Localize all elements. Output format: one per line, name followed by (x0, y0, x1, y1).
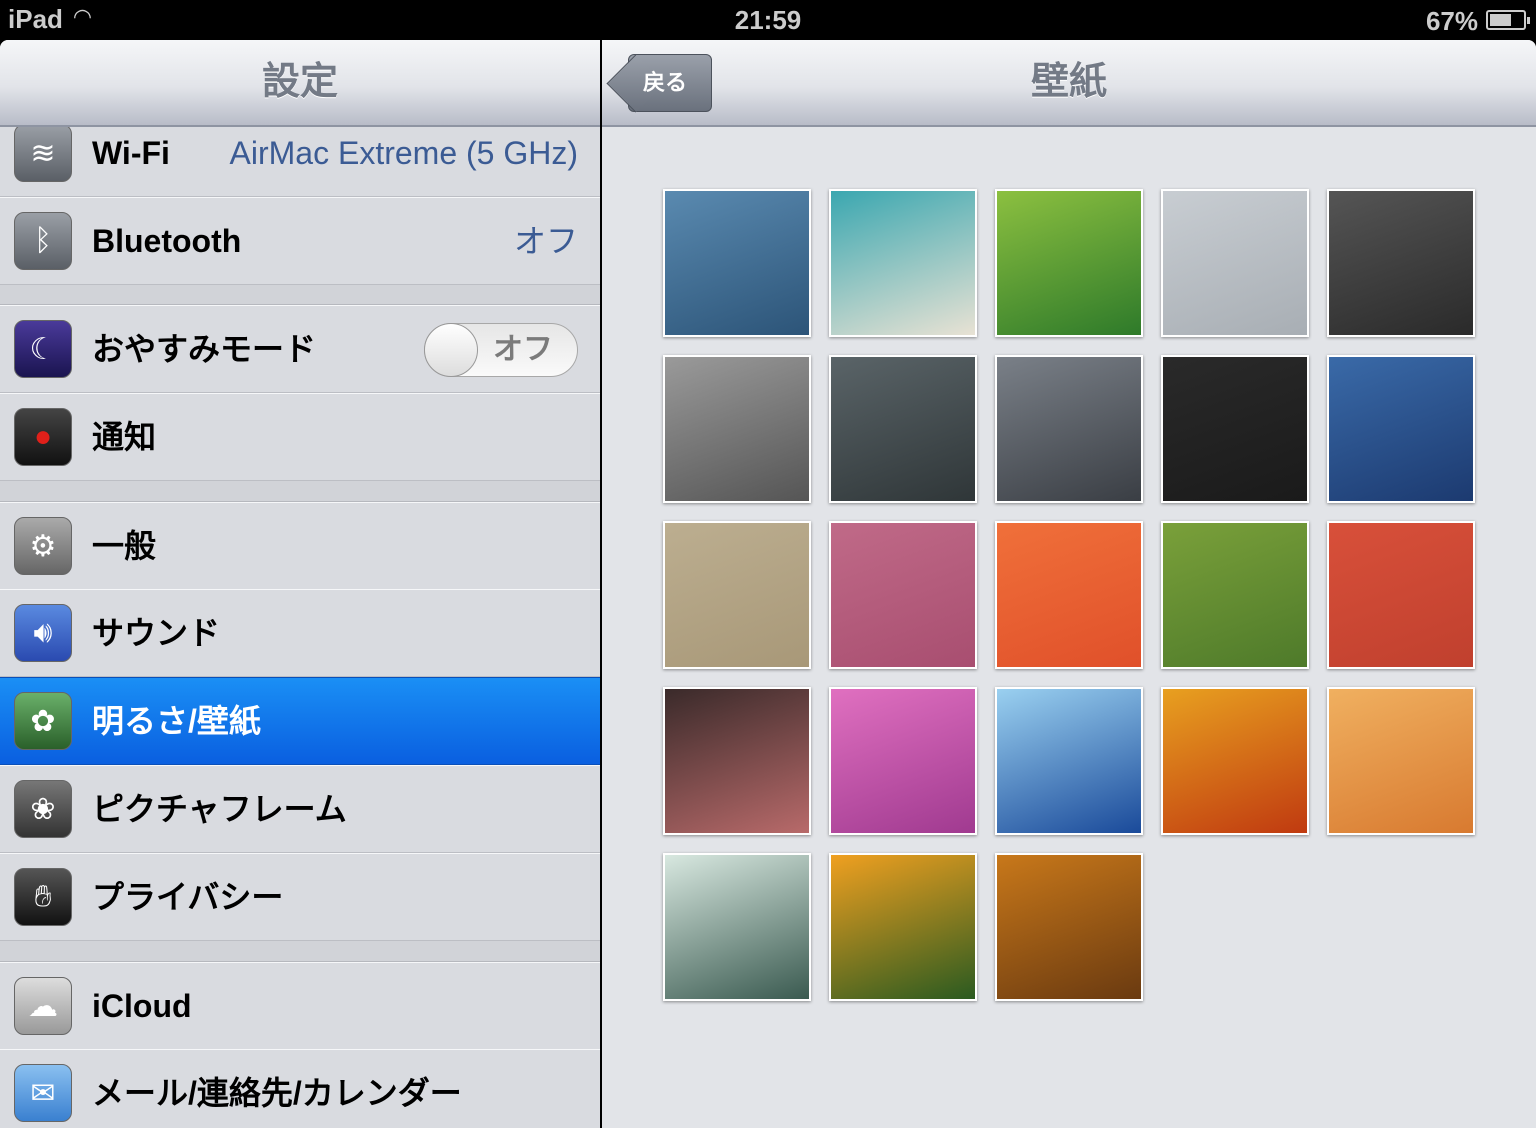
sidebar-item-value: オフ (513, 223, 578, 259)
group-separator (0, 941, 600, 962)
sidebar-item-2[interactable]: ☾ おやすみモード オフ (0, 305, 600, 393)
sidebar-item-3[interactable]: ● 通知 (0, 393, 600, 481)
wallpaper-thumbnail-denim[interactable] (1327, 355, 1475, 503)
hand-icon: ✋︎ (14, 868, 72, 926)
wallpaper-thumbnail-water[interactable] (663, 189, 811, 337)
notification-icon: ● (14, 408, 72, 466)
gear-icon: ⚙ (14, 517, 72, 575)
sidebar-item-5[interactable]: 🔊︎ サウンド (0, 589, 600, 677)
wifi-icon: ≋ (14, 124, 72, 182)
battery-percent: 67% (1425, 6, 1478, 36)
sidebar-item-4[interactable]: ⚙ 一般 (0, 502, 600, 590)
sidebar-item-9[interactable]: ☁ iCloud (0, 962, 600, 1050)
wallpaper-thumbnail-tan-pattern[interactable] (663, 521, 811, 669)
sidebar-item-7[interactable]: ❀ ピクチャフレーム (0, 765, 600, 853)
detail-navbar: 戻る 壁紙 (602, 40, 1536, 127)
toggle-knob[interactable] (424, 323, 478, 377)
do-not-disturb-toggle[interactable]: オフ (424, 323, 578, 377)
wallpaper-thumbnail-autumn-leaves[interactable] (1161, 687, 1309, 835)
sidebar-item-8[interactable]: ✋︎ プライバシー (0, 853, 600, 941)
sidebar-item-label: おやすみモード (92, 331, 317, 367)
battery-icon (1486, 10, 1530, 30)
wallpaper-thumbnail-dark-stone[interactable] (1327, 189, 1475, 337)
cloud-icon: ☁ (14, 977, 72, 1035)
wallpaper-thumbnail-grass[interactable] (995, 189, 1143, 337)
wallpaper-thumbnail-pinstripe[interactable] (1161, 355, 1309, 503)
wallpaper-thumbnail-red-pattern[interactable] (1327, 521, 1475, 669)
wallpaper-detail: 戻る 壁紙 (602, 40, 1536, 1128)
sidebar-item-label: iCloud (92, 988, 192, 1024)
sidebar-item-label: プライバシー (92, 879, 284, 915)
wallpaper-thumbnail-water-lily[interactable] (663, 853, 811, 1001)
sidebar-item-label: サウンド (92, 615, 221, 651)
wallpaper-thumbnail-poppies[interactable] (829, 853, 977, 1001)
wallpaper-thumbnail-chalkboard[interactable] (829, 355, 977, 503)
toggle-label: オフ (493, 333, 553, 366)
group-separator (0, 481, 600, 502)
wallpaper-thumbnail-slate[interactable] (663, 355, 811, 503)
clock: 21:59 (734, 5, 802, 35)
wallpaper-thumbnail-carving[interactable] (995, 853, 1143, 1001)
speaker-icon: 🔊︎ (14, 604, 72, 662)
sidebar-item-label: Bluetooth (92, 223, 242, 259)
back-button[interactable]: 戻る (628, 54, 712, 112)
wallpaper-thumbnail-beach[interactable] (829, 189, 977, 337)
wallpaper-thumbnail-fern[interactable] (1161, 521, 1309, 669)
sidebar-item-label: メール/連絡先/カレンダー (92, 1075, 462, 1111)
sidebar-item-label: 通知 (92, 419, 157, 455)
page-title: 設定 (261, 61, 338, 103)
wallpaper-thumbnail-blossoms[interactable] (663, 687, 811, 835)
sidebar-item-6[interactable]: ✿ 明るさ/壁紙 (0, 677, 600, 765)
wallpaper-thumbnail-wave[interactable] (995, 687, 1143, 835)
sidebar-item-1[interactable]: ᛒ Bluetooth オフ (0, 197, 600, 285)
wallpaper-thumbnail-pink-pattern[interactable] (829, 521, 977, 669)
sidebar-item-10[interactable]: ✉ メール/連絡先/カレンダー (0, 1049, 600, 1128)
bluetooth-icon: ᛒ (14, 212, 72, 270)
moon-icon: ☾ (14, 320, 72, 378)
sidebar-item-label: 一般 (92, 528, 157, 564)
sidebar-item-label: ピクチャフレーム (92, 791, 347, 827)
lotus-icon: ✿ (14, 692, 72, 750)
detail-title: 壁紙 (1030, 61, 1107, 103)
settings-sidebar: ≋ Wi-Fi AirMac Extreme (5 GHz) ᛒ Bluetooth オフ… (0, 40, 600, 1128)
wallpaper-thumbnail-cobblestone[interactable] (995, 355, 1143, 503)
sidebar-item-label: 明るさ/壁紙 (92, 703, 261, 739)
status-bar: iPad ◠ 21:59 67% (0, 0, 1536, 40)
wallpaper-thumbnail-raindrops[interactable] (1161, 189, 1309, 337)
mail-icon: ✉ (14, 1064, 72, 1122)
wallpaper-thumbnail-wood-rings[interactable] (1327, 687, 1475, 835)
sidebar-navbar: 設定 (0, 40, 600, 127)
wallpaper-thumbnail-orange-triangles[interactable] (995, 521, 1143, 669)
group-separator (0, 284, 600, 305)
picture-frame-icon: ❀ (14, 780, 72, 838)
wallpaper-thumbnail-pink-camo[interactable] (829, 687, 977, 835)
